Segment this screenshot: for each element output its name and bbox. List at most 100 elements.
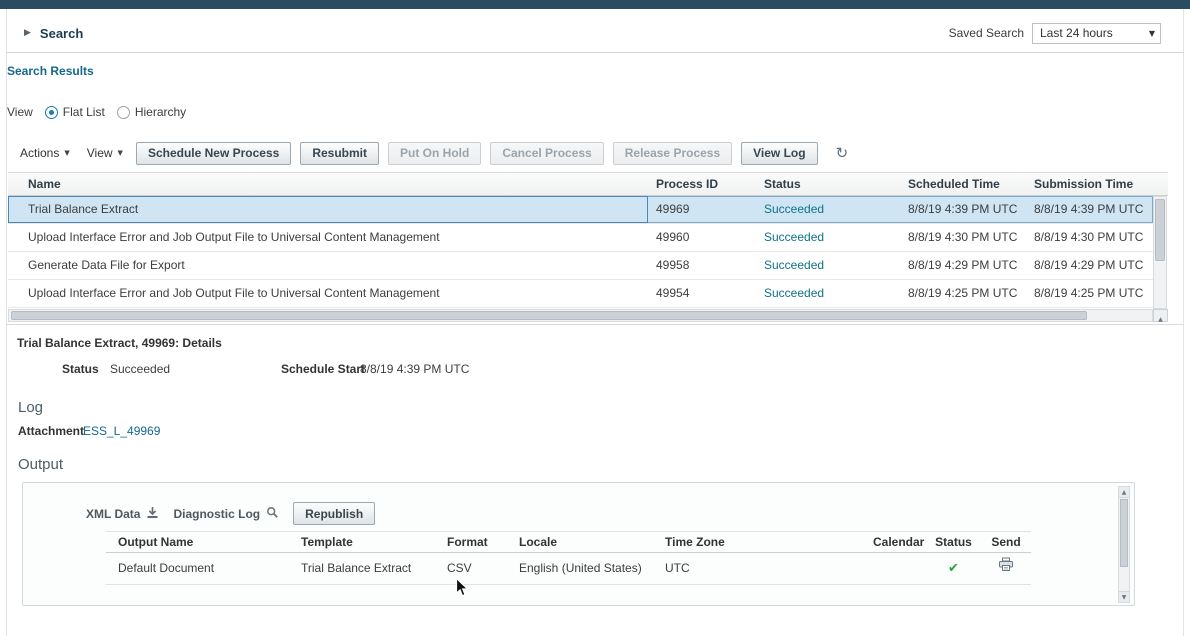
attachment-link[interactable]: ESS_L_49969 (83, 424, 160, 438)
actions-menu-label: Actions (20, 146, 59, 160)
schedule-new-process-button[interactable]: Schedule New Process (136, 142, 291, 165)
cell-name: Upload Interface Error and Job Output Fi… (8, 280, 648, 307)
resubmit-button[interactable]: Resubmit (300, 142, 379, 165)
cell-name: Trial Balance Extract (8, 196, 648, 223)
refresh-icon[interactable]: ↻ (836, 146, 849, 161)
output-row[interactable]: Default Document Trial Balance Extract C… (106, 553, 1031, 585)
cell-scheduled-time: 8/8/19 4:39 PM UTC (900, 196, 1026, 223)
view-log-button[interactable]: View Log (741, 142, 817, 165)
cell-process-id: 49969 (648, 196, 756, 223)
cell-scheduled-time: 8/8/19 4:29 PM UTC (900, 252, 1026, 279)
put-on-hold-button: Put On Hold (388, 142, 481, 165)
download-icon[interactable] (146, 506, 159, 522)
output-vertical-scrollbar[interactable]: ▲ ▼ (1118, 486, 1130, 603)
chevron-down-icon: ▼ (1149, 29, 1155, 38)
output-cell-status: ✔ (926, 553, 981, 584)
output-column-status: Status (926, 532, 981, 552)
cancel-process-button: Cancel Process (490, 142, 603, 165)
view-menu-label: View (87, 146, 113, 160)
output-column-template: Template (289, 532, 435, 552)
output-column-output-name: Output Name (106, 532, 289, 552)
status-label: Status (62, 362, 99, 376)
table-row[interactable]: Upload Interface Error and Job Output Fi… (8, 224, 1153, 252)
view-label: View (7, 105, 33, 119)
cell-submission-time: 8/8/19 4:39 PM UTC (1026, 196, 1153, 223)
radio-hierarchy-label: Hierarchy (135, 105, 186, 119)
radio-selected-icon (45, 106, 58, 119)
output-cell-output-name: Default Document (106, 553, 289, 584)
status-value: Succeeded (110, 362, 170, 376)
actions-menu[interactable]: Actions ▼ (16, 146, 74, 160)
results-table: Trial Balance Extract 49969 Succeeded 8/… (8, 196, 1153, 308)
column-header-process-id[interactable]: Process ID (648, 173, 756, 195)
output-column-format: Format (435, 532, 507, 552)
saved-search-label: Saved Search (949, 26, 1024, 40)
cell-process-id: 49960 (648, 224, 756, 251)
cell-scheduled-time: 8/8/19 4:25 PM UTC (900, 280, 1026, 307)
diagnostic-log-label: Diagnostic Log (173, 507, 260, 521)
saved-search-select[interactable]: Last 24 hours ▼ (1032, 23, 1161, 44)
attachment-label: Attachment (18, 424, 84, 438)
saved-search-group: Saved Search Last 24 hours ▼ (949, 22, 1161, 44)
horizontal-scrollbar[interactable] (8, 309, 1153, 322)
print-icon[interactable] (998, 553, 1014, 584)
expand-arrow-icon[interactable]: ▶ (24, 28, 31, 38)
cell-submission-time: 8/8/19 4:30 PM UTC (1026, 224, 1153, 251)
view-options-row: View Flat List Hierarchy (7, 105, 186, 119)
cell-status: Succeeded (756, 252, 900, 279)
output-table-header: Output Name Template Format Locale Time … (106, 531, 1031, 553)
scrollbar-thumb[interactable] (11, 311, 1087, 320)
output-cell-locale: English (United States) (507, 553, 653, 584)
column-header-name[interactable]: Name (8, 173, 648, 195)
output-cell-format: CSV (435, 553, 507, 584)
cell-process-id: 49958 (648, 252, 756, 279)
results-toolbar: Actions ▼ View ▼ Schedule New Process Re… (16, 141, 848, 165)
cell-process-id: 49954 (648, 280, 756, 307)
radio-flat-list-label: Flat List (63, 105, 105, 119)
results-table-header: Name Process ID Status Scheduled Time Su… (8, 172, 1168, 196)
search-section-header: ▶ Search (24, 22, 83, 44)
output-cell-send (981, 553, 1031, 584)
output-column-calendar: Calendar (861, 532, 926, 552)
output-panel: XML Data Diagnostic Log Republish Output… (22, 482, 1135, 606)
scrollbar-corner[interactable]: ▲ (1153, 309, 1168, 322)
radio-flat-list[interactable]: Flat List (45, 105, 105, 119)
column-header-status[interactable]: Status (756, 173, 900, 195)
scrollbar-thumb[interactable] (1155, 199, 1165, 261)
cell-status: Succeeded (756, 224, 900, 251)
cell-status: Succeeded (756, 196, 900, 223)
table-row[interactable]: Upload Interface Error and Job Output Fi… (8, 280, 1153, 308)
scheduled-processes-screen: ▶ Search Saved Search Last 24 hours ▼ Se… (0, 0, 1190, 636)
column-header-scheduled-time[interactable]: Scheduled Time (900, 173, 1026, 195)
output-toolbar: XML Data Diagnostic Log Republish (86, 502, 375, 525)
diagnostic-log-icon[interactable] (266, 506, 279, 522)
details-title: Trial Balance Extract, 49969: Details (17, 336, 222, 350)
xml-data-label: XML Data (86, 507, 140, 521)
radio-hierarchy[interactable]: Hierarchy (117, 105, 186, 119)
cell-status: Succeeded (756, 280, 900, 307)
table-row[interactable]: Generate Data File for Export 49958 Succ… (8, 252, 1153, 280)
search-section-title: Search (40, 26, 83, 41)
schedule-start-value: 8/8/19 4:39 PM UTC (360, 362, 469, 376)
output-cell-time-zone: UTC (653, 553, 861, 584)
cell-name: Upload Interface Error and Job Output Fi… (8, 224, 648, 251)
cell-submission-time: 8/8/19 4:25 PM UTC (1026, 280, 1153, 307)
radio-unselected-icon (117, 106, 130, 119)
scroll-down-icon[interactable]: ▼ (1119, 591, 1129, 602)
column-header-submission-time[interactable]: Submission Time (1026, 173, 1153, 195)
release-process-button: Release Process (613, 142, 732, 165)
search-results-title: Search Results (7, 64, 94, 78)
output-column-send: Send (981, 532, 1031, 552)
view-menu[interactable]: View ▼ (83, 146, 127, 160)
table-row[interactable]: Trial Balance Extract 49969 Succeeded 8/… (8, 196, 1153, 224)
republish-button[interactable]: Republish (293, 502, 375, 525)
vertical-scrollbar[interactable] (1153, 196, 1167, 309)
scrollbar-thumb[interactable] (1120, 499, 1128, 567)
output-table: Output Name Template Format Locale Time … (106, 531, 1031, 585)
scroll-up-icon: ▲ (1158, 316, 1163, 323)
output-cell-template: Trial Balance Extract (289, 553, 435, 584)
output-cell-calendar (861, 553, 926, 584)
scroll-up-icon[interactable]: ▲ (1119, 487, 1129, 498)
panel-splitter (6, 324, 1184, 325)
schedule-start-label: Schedule Start (281, 362, 365, 376)
